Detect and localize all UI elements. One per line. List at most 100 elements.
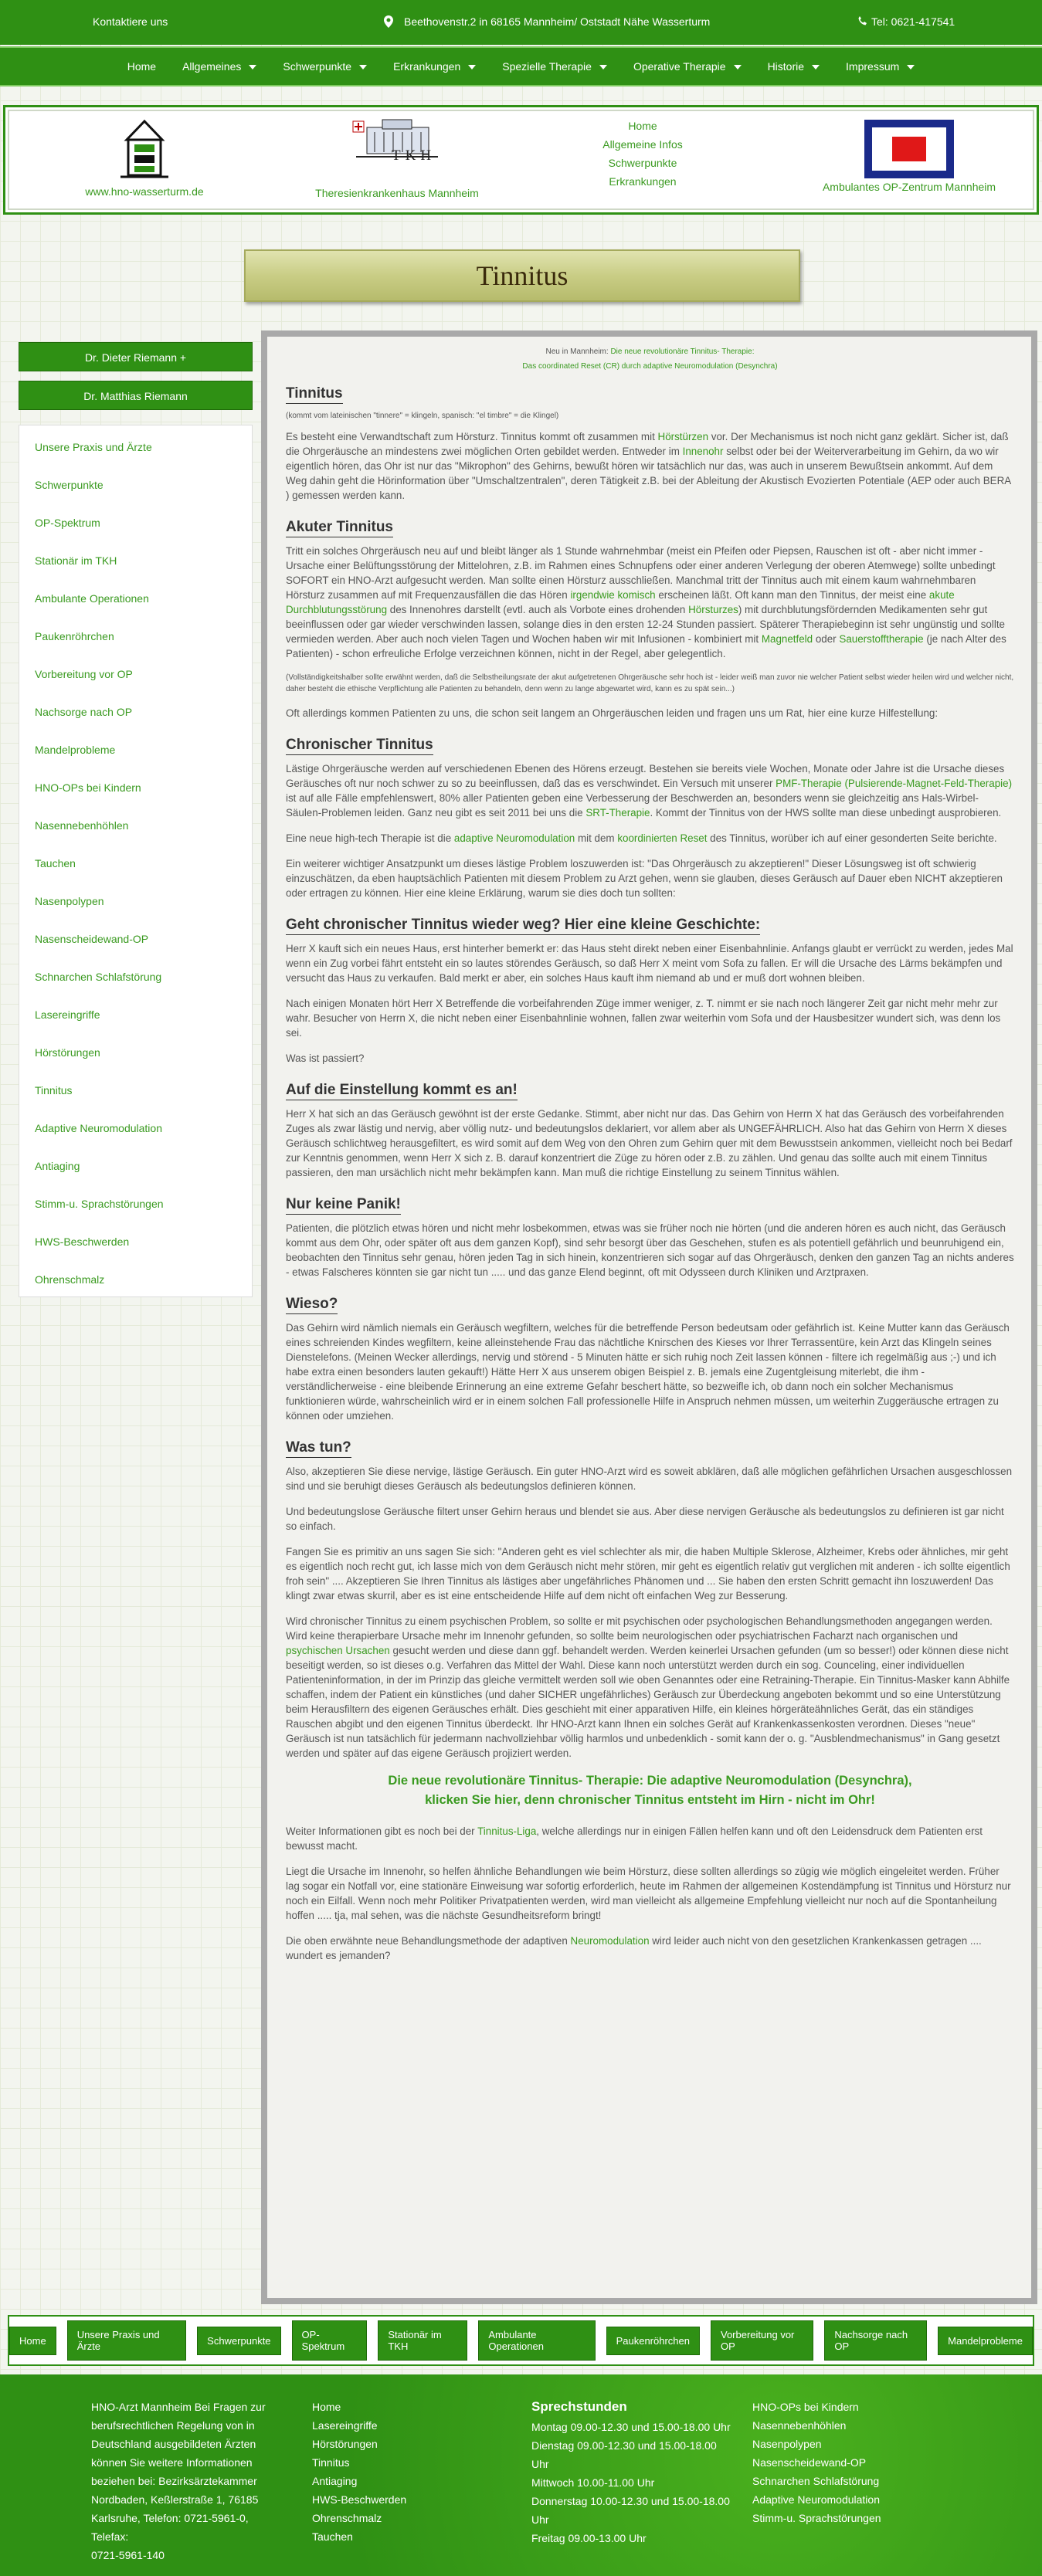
nav-item-allgemeines[interactable]: Allgemeines <box>182 60 256 73</box>
bottom-nav-paukenröhrchen[interactable]: Paukenröhrchen <box>606 2326 700 2355</box>
footer-link-home[interactable]: Home <box>312 2398 451 2416</box>
footer-link-ohrenschmalz[interactable]: Ohrenschmalz <box>312 2509 451 2527</box>
footer-link-nasenscheidewand-op[interactable]: Nasenscheidewand-OP <box>752 2453 930 2472</box>
link-neuromodulation[interactable]: adaptive Neuromodulation <box>454 832 575 844</box>
paragraph: Fangen Sie es primitiv an uns sagen Sie … <box>286 1546 1010 1602</box>
sidebar-item-hno-ops-bei-kindern[interactable]: HNO-OPs bei Kindern <box>19 766 252 804</box>
sidebar-item-ohrenschmalz[interactable]: Ohrenschmalz <box>19 1258 252 1296</box>
sidebar-item-hws-beschwerden[interactable]: HWS-Beschwerden <box>19 1220 252 1258</box>
bottom-nav-vorbereitung-vor-op[interactable]: Vorbereitung vor OP <box>710 2320 814 2361</box>
link-srt[interactable]: SRT-Therapie <box>585 807 650 819</box>
sidebar-item-ambulante-operationen[interactable]: Ambulante Operationen <box>19 577 252 615</box>
sidebar-item-stationär-im-tkh[interactable]: Stationär im TKH <box>19 539 252 577</box>
link-hoersturz[interactable]: Hörsturzes <box>688 604 738 615</box>
sidebar-item-schnarchen-schlafstörung[interactable]: Schnarchen Schlafstörung <box>19 955 252 993</box>
quick-link-allgemeine-infos[interactable]: Allgemeine Infos <box>577 135 708 154</box>
link-hoerstuerzen[interactable]: Hörstürzen <box>658 431 709 442</box>
footer-about-line: Deutschland ausgebildeten Ärzten <box>91 2438 256 2450</box>
quick-link-home[interactable]: Home <box>577 117 708 135</box>
hno-logo-caption: www.hno-wasserturm.de <box>85 185 204 198</box>
link-sauerstoff[interactable]: Sauerstofftherapie <box>839 633 923 645</box>
page-title-banner: Tinnitus <box>244 249 800 302</box>
link-tinnitus-liga[interactable]: Tinnitus-Liga <box>477 1825 536 1837</box>
bottom-nav-mandelprobleme[interactable]: Mandelprobleme <box>938 2326 1033 2355</box>
sidebar-item-tinnitus[interactable]: Tinnitus <box>19 1069 252 1107</box>
sidebar-item-unsere-praxis-und-ärzte[interactable]: Unsere Praxis und Ärzte <box>19 425 252 463</box>
sidebar-item-tauchen[interactable]: Tauchen <box>19 842 252 880</box>
bottom-nav-home[interactable]: Home <box>9 2326 56 2355</box>
link-neuromodulation-2[interactable]: Neuromodulation <box>571 1935 650 1947</box>
paragraph: Also, akzeptieren Sie diese nervige, läs… <box>286 1466 1013 1492</box>
link-komisch[interactable]: irgendwie komisch <box>570 589 655 601</box>
link-reset[interactable]: koordinierten Reset <box>617 832 707 844</box>
contact-link[interactable]: Kontaktiere uns <box>93 15 168 28</box>
link-innenohr[interactable]: Innenohr <box>683 446 724 457</box>
sidebar-menu: Unsere Praxis und Ärzte Schwerpunkte OP-Sp… <box>19 425 253 1297</box>
sidebar-item-op-spektrum[interactable]: OP-Spektrum <box>19 501 252 539</box>
sidebar-item-adaptive-neuromodulation[interactable]: Adaptive Neuromodulation <box>19 1107 252 1144</box>
doctor-button-matthias[interactable]: Dr. Matthias Riemann <box>19 381 253 410</box>
sidebar-item-stimm-u-sprachstörungen[interactable]: Stimm-u. Sprachstörungen <box>19 1182 252 1220</box>
content-area: Neu in Mannheim: Die neue revolutionäre … <box>267 337 1031 2298</box>
bottom-nav-schwerpunkte[interactable]: Schwerpunkte <box>197 2326 281 2355</box>
nav-item-operative-therapie[interactable]: Operative Therapie <box>633 60 742 73</box>
hno-logo[interactable]: www.hno-wasserturm.de <box>79 119 210 198</box>
doctor-button-dieter[interactable]: Dr. Dieter Riemann + <box>19 342 253 371</box>
address-text: Beethovenstr.2 in 68165 Mannheim/ Oststa… <box>404 15 711 28</box>
sidebar-item-vorbereitung-vor-op[interactable]: Vorbereitung vor OP <box>19 652 252 690</box>
footer-link-stimm-u-sprachstörungen[interactable]: Stimm-u. Sprachstörungen <box>752 2509 930 2527</box>
link-psychische-ursachen[interactable]: psychischen Ursachen <box>286 1645 390 1656</box>
text: Es besteht eine Verwandtschaft zum Hörst… <box>286 431 655 442</box>
footer-link-hörstörungen[interactable]: Hörstörungen <box>312 2435 451 2453</box>
sidebar-item-antiaging[interactable]: Antiaging <box>19 1144 252 1182</box>
sidebar-item-lasereingriffe[interactable]: Lasereingriffe <box>19 993 252 1031</box>
footer-link-nasenpolypen[interactable]: Nasenpolypen <box>752 2435 930 2453</box>
bottom-nav-nachsorge-nach-op[interactable]: Nachsorge nach OP <box>824 2320 928 2361</box>
quick-link-erkrankungen[interactable]: Erkrankungen <box>577 172 708 191</box>
bottom-nav: Home Unsere Praxis und Ärzte Schwerpunkte O… <box>8 2315 1034 2366</box>
op-zentrum-logo[interactable]: Ambulantes OP-Zentrum Mannheim <box>809 118 1010 193</box>
link-desynchra[interactable]: Die neue revolutionäre Tinnitus- Therapi… <box>388 1774 911 1788</box>
footer-link-lasereingriffe[interactable]: Lasereingriffe <box>312 2416 451 2435</box>
link-desynchra-2[interactable]: klicken Sie hier, denn chronischer Tinni… <box>425 1793 875 1807</box>
footer-link-antiaging[interactable]: Antiaging <box>312 2472 451 2490</box>
footer-link-tinnitus[interactable]: Tinnitus <box>312 2453 451 2472</box>
paragraph: Oft allerdings kommen Patienten zu uns, … <box>286 707 938 719</box>
footer-link-adaptive-neuromodulation[interactable]: Adaptive Neuromodulation <box>752 2490 930 2509</box>
bottom-nav-op-spektrum[interactable]: OP-Spektrum <box>291 2320 368 2361</box>
footer-link-hno-ops-bei-kindern[interactable]: HNO-OPs bei Kindern <box>752 2398 930 2416</box>
sidebar-item-nasennebenhöhlen[interactable]: Nasennebenhöhlen <box>19 804 252 842</box>
intro-subtitle[interactable]: Das coordinated Reset (CR) durch adaptiv… <box>286 361 1014 372</box>
tkh-logo[interactable]: TKH Theresienkrankenhaus Mannheim <box>308 117 486 199</box>
nav-item-erkrankungen[interactable]: Erkrankungen <box>393 60 476 73</box>
phone-link[interactable]: Tel: 0621-417541 <box>871 15 955 28</box>
bottom-nav-unsere-praxis-und-ärzte[interactable]: Unsere Praxis und Ärzte <box>66 2320 187 2361</box>
sidebar-item-nasenpolypen[interactable]: Nasenpolypen <box>19 880 252 917</box>
bottom-nav-ambulante-operationen[interactable]: Ambulante Operationen <box>478 2320 596 2361</box>
hno-tower-logo-icon <box>120 119 168 178</box>
quick-link-schwerpunkte[interactable]: Schwerpunkte <box>577 154 708 172</box>
nav-item-historie[interactable]: Historie <box>768 60 820 73</box>
sidebar-item-paukenröhrchen[interactable]: Paukenröhrchen <box>19 615 252 652</box>
etymology: (kommt vom lateinischen "tinnere" = klin… <box>286 412 559 420</box>
footer-link-nasennebenhöhlen[interactable]: Nasennebenhöhlen <box>752 2416 930 2435</box>
nav-item-schwerpunkte[interactable]: Schwerpunkte <box>283 60 367 73</box>
hours-line: Uhr <box>531 2513 549 2526</box>
nav-item-impressum[interactable]: Impressum <box>846 60 915 73</box>
footer-link-tauchen[interactable]: Tauchen <box>312 2527 451 2546</box>
footer-link-schnarchen-schlafstörung[interactable]: Schnarchen Schlafstörung <box>752 2472 930 2490</box>
sidebar-item-nachsorge-nach-op[interactable]: Nachsorge nach OP <box>19 690 252 728</box>
nav-item-spezielle-therapie[interactable]: Spezielle Therapie <box>502 60 607 73</box>
bottom-nav-stationär-im-tkh[interactable]: Stationär im TKH <box>378 2320 468 2361</box>
nav-item-home[interactable]: Home <box>127 60 156 73</box>
link-magnetfeld[interactable]: Magnetfeld <box>762 633 813 645</box>
intro-link[interactable]: Die neue revolutionäre Tinnitus- Therapi… <box>610 347 754 356</box>
sidebar-item-nasenscheidewand-op[interactable]: Nasenscheidewand-OP <box>19 917 252 955</box>
footer-link-hws-beschwerden[interactable]: HWS-Beschwerden <box>312 2490 451 2509</box>
link-pmf[interactable]: PMF-Therapie (Pulsierende-Magnet-Feld-Th… <box>776 778 1012 789</box>
sidebar-item-mandelprobleme[interactable]: Mandelprobleme <box>19 728 252 766</box>
sidebar-item-schwerpunkte[interactable]: Schwerpunkte <box>19 463 252 501</box>
paragraph: Liegt die Ursache im Innenohr, so helfen… <box>286 1866 1011 1921</box>
sidebar-item-hörstörungen[interactable]: Hörstörungen <box>19 1031 252 1069</box>
text: Die oben erwähnte neue Behandlungsmethod… <box>286 1935 568 1947</box>
